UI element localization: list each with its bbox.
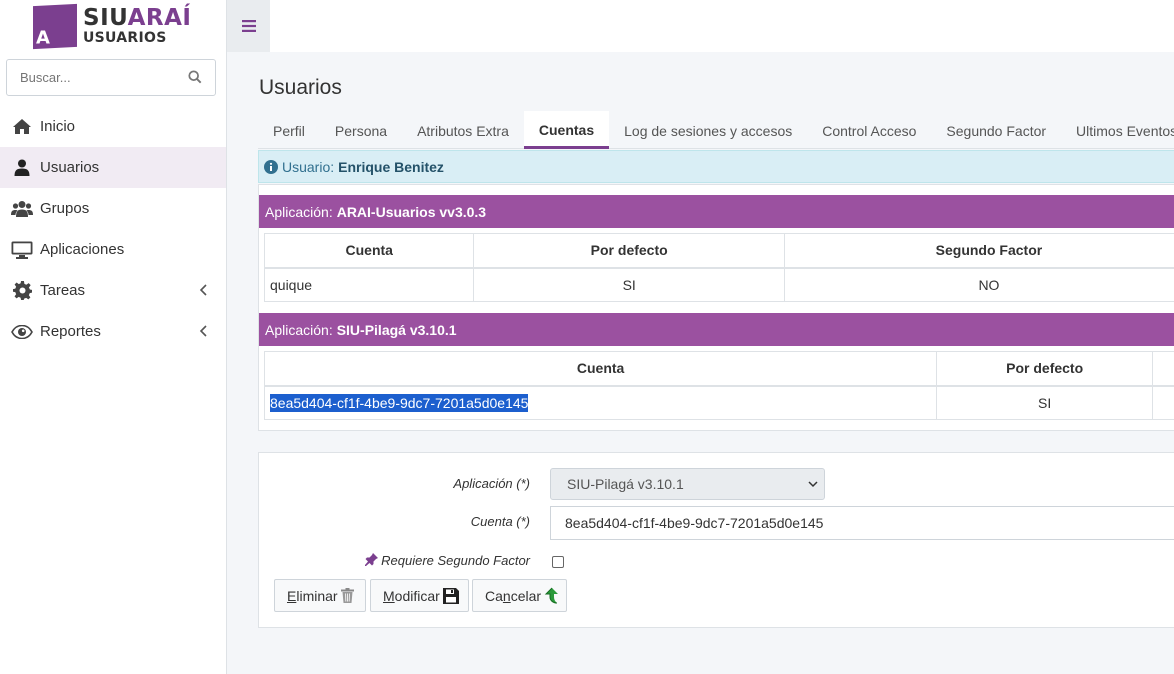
search-input[interactable] <box>20 70 180 85</box>
app-field-label: Aplicación (*) <box>453 476 530 491</box>
sidebar-item-usuarios[interactable]: Usuarios <box>0 147 226 188</box>
sidebar-item-grupos[interactable]: Grupos <box>0 188 226 229</box>
info-label: Usuario: <box>282 158 335 175</box>
second-factor-checkbox[interactable] <box>552 556 564 568</box>
app-header: Aplicación: SIU-Pilagá v3.10.1 <box>259 313 1174 346</box>
sidebar-item-aplicaciones[interactable]: Aplicaciones <box>0 229 226 270</box>
sidebar-item-tareas[interactable]: Tareas <box>0 270 226 311</box>
accounts-panel: Aplicación: ARAI-Usuarios vv3.0.3 Cuenta… <box>258 184 1174 431</box>
table-cell: SI <box>473 267 785 302</box>
search-box[interactable] <box>6 59 216 96</box>
tab-perfil[interactable]: Perfil <box>258 111 320 149</box>
page-title: Usuarios <box>259 76 342 99</box>
sidebar-item-label: Reportes <box>40 323 101 340</box>
app-header-name: SIU-Pilagá v3.10.1 <box>336 321 457 338</box>
app-select-value: SIU-Pilagá v3.10.1 <box>567 476 684 492</box>
eye-icon <box>11 322 33 342</box>
chevron-left-icon[interactable] <box>199 325 208 337</box>
table-header-row: Cuenta Por defecto <box>263 351 1174 387</box>
column-header: Cuenta <box>263 233 475 269</box>
brand-subtitle: USUARIOS <box>83 30 167 46</box>
selected-account-text: 8ea5d404-cf1f-4be9-9dc7-7201a5d0e145 <box>270 393 529 412</box>
chevron-down-icon <box>808 481 818 488</box>
sidebar-nav: Inicio Usuarios Grupos Aplicaciones Tare… <box>0 106 226 352</box>
table-cell <box>1152 385 1174 420</box>
column-header: Por defecto <box>936 351 1154 387</box>
home-icon <box>11 117 33 137</box>
sidebar: A SIUARAÍ USUARIOS Inicio Usuarios Grupo… <box>0 0 227 674</box>
user-info-alert: Usuario: Enrique Benitez <box>258 150 1174 183</box>
users-icon <box>11 199 33 219</box>
sidebar-item-label: Inicio <box>40 118 76 135</box>
sidebar-item-inicio[interactable]: Inicio <box>0 106 226 147</box>
account-field-label: Cuenta (*) <box>470 514 530 529</box>
app-select[interactable]: SIU-Pilagá v3.10.1 <box>550 468 825 500</box>
tab-cuentas[interactable]: Cuentas <box>523 111 610 149</box>
undo-arrow-icon <box>544 587 559 604</box>
info-icon <box>264 159 278 174</box>
cancel-button[interactable]: Ca n celar <box>472 579 567 612</box>
gear-icon <box>11 281 33 301</box>
tab-control-acceso[interactable]: Control Acceso <box>807 111 931 149</box>
accounts-table: Cuenta Por defecto 8ea5d404-cf1f-4be9-9d… <box>263 351 1174 420</box>
table-cell: SI <box>936 385 1154 420</box>
app-header-label: Aplicación: <box>265 321 333 338</box>
column-header <box>1152 351 1174 387</box>
brand-title: SIUARAÍ <box>83 5 192 31</box>
logo-mark: A <box>33 3 77 49</box>
account-form: Aplicación (*) SIU-Pilagá v3.10.1 Cuenta… <box>258 452 1174 628</box>
second-factor-label: Requiere Segundo Factor <box>349 553 530 568</box>
tab-atributos-extra[interactable]: Atributos Extra <box>402 111 524 149</box>
logo-letter: A <box>36 27 50 49</box>
tab-ultimos-eventos[interactable]: Ultimos Eventos <box>1061 111 1174 149</box>
table-cell[interactable]: 8ea5d404-cf1f-4be9-9dc7-7201a5d0e145 <box>263 385 938 420</box>
table-cell: NO <box>783 267 1174 302</box>
tab-bar: Perfil Persona Atributos Extra Cuentas L… <box>258 111 1174 149</box>
sidebar-item-label: Aplicaciones <box>40 241 125 258</box>
column-header: Cuenta <box>263 351 938 387</box>
save-icon <box>442 587 459 604</box>
accounts-table: Cuenta Por defecto Segundo Factor quique… <box>263 233 1174 302</box>
info-user-name: Enrique Benitez <box>338 158 444 175</box>
tab-segundo-factor[interactable]: Segundo Factor <box>931 111 1061 149</box>
table-row[interactable]: 8ea5d404-cf1f-4be9-9dc7-7201a5d0e145 SI <box>263 385 1174 420</box>
modify-button[interactable]: Modificar <box>370 579 469 612</box>
table-row[interactable]: quique SI NO <box>263 267 1174 302</box>
account-input[interactable]: 8ea5d404-cf1f-4be9-9dc7-7201a5d0e145 <box>550 506 1174 540</box>
tab-log-sesiones[interactable]: Log de sesiones y accesos <box>609 111 807 149</box>
brand-logo[interactable]: A SIUARAÍ USUARIOS <box>0 0 226 52</box>
column-header: Por defecto <box>473 233 785 269</box>
table-header-row: Cuenta Por defecto Segundo Factor <box>263 233 1174 269</box>
menu-toggle-button[interactable] <box>227 0 270 52</box>
search-icon[interactable] <box>188 70 202 84</box>
monitor-icon <box>11 240 33 260</box>
trash-icon <box>340 588 354 603</box>
tab-persona[interactable]: Persona <box>320 111 402 149</box>
user-icon <box>11 158 33 178</box>
app-header-label: Aplicación: <box>265 203 333 220</box>
app-header: Aplicación: ARAI-Usuarios vv3.0.3 <box>259 195 1174 228</box>
app-header-name: ARAI-Usuarios vv3.0.3 <box>336 203 487 220</box>
top-bar <box>227 0 1174 52</box>
chevron-left-icon[interactable] <box>199 284 208 296</box>
sidebar-item-label: Grupos <box>40 200 90 217</box>
sidebar-item-reportes[interactable]: Reportes <box>0 311 226 352</box>
column-header: Segundo Factor <box>783 233 1174 269</box>
sidebar-item-label: Usuarios <box>40 159 100 176</box>
pin-icon <box>364 553 378 566</box>
table-cell: quique <box>263 267 475 302</box>
delete-button[interactable]: Eliminar <box>274 579 366 612</box>
hamburger-icon <box>241 20 256 32</box>
sidebar-item-label: Tareas <box>40 282 86 299</box>
